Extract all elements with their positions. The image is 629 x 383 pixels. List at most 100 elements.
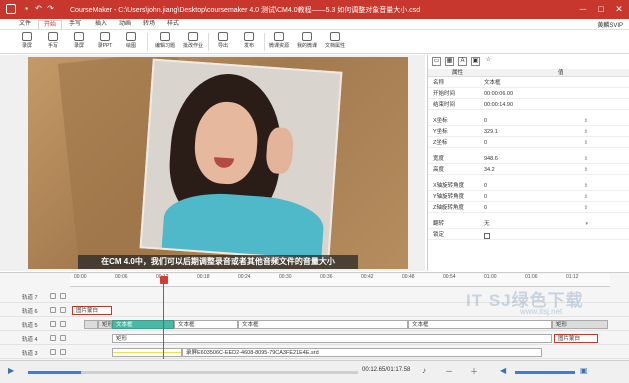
eye-icon[interactable] xyxy=(50,349,56,355)
menu-handwrite[interactable]: 手写 xyxy=(64,20,86,29)
grade-homework-button[interactable]: 批改作业 xyxy=(180,31,206,53)
volume-icon[interactable]: ◀ xyxy=(500,366,506,375)
property-row-y[interactable]: Y坐标 329.1 ⇕ xyxy=(428,128,629,137)
maximize-button[interactable]: □ xyxy=(594,2,608,16)
record-ppt-button[interactable]: 录PPT xyxy=(92,31,118,53)
micro-course-resources-button[interactable]: 微课资源 xyxy=(266,31,292,53)
playhead-handle[interactable] xyxy=(160,276,168,284)
playback-progress-bar[interactable] xyxy=(28,371,358,374)
spinner-icon[interactable]: ⇕ xyxy=(584,166,588,175)
menu-home[interactable]: 开始 xyxy=(38,20,63,29)
lock-checkbox[interactable] xyxy=(484,233,490,239)
lock-icon[interactable] xyxy=(60,349,66,355)
property-row-lock[interactable]: 锁定 xyxy=(428,231,629,240)
menu-animation[interactable]: 动画 xyxy=(114,20,136,29)
tick-label: 00:48 xyxy=(402,274,415,280)
handwrite-button[interactable]: 手写 xyxy=(40,31,66,53)
property-row-x-rotation[interactable]: X轴旋转角度 0 ⇕ xyxy=(428,182,629,191)
redo-icon[interactable]: ↷ xyxy=(46,4,55,14)
layout-tab-icon[interactable]: ▦ xyxy=(445,57,454,66)
draw-button[interactable]: 绘图 xyxy=(118,31,144,53)
document-properties-button[interactable]: 文档属性 xyxy=(322,31,348,53)
edit-quiz-button[interactable]: 编辑习题 xyxy=(152,31,178,53)
property-row-width[interactable]: 宽度 948.6 ⇕ xyxy=(428,155,629,164)
tick-label: 00:06 xyxy=(115,274,128,280)
star-tab-icon[interactable]: ☆ xyxy=(484,57,493,66)
eye-icon[interactable] xyxy=(50,321,56,327)
track-3[interactable]: 轨道 3 录屏E603506C-EED2-4608-8095-79CA3FE21… xyxy=(0,346,629,359)
property-row-z-rotation[interactable]: Z轴旋转角度 0 ⇕ xyxy=(428,204,629,213)
chevron-down-icon[interactable]: ▾ xyxy=(585,220,588,229)
zoom-out-icon[interactable]: － xyxy=(445,366,453,377)
menu-insert[interactable]: 插入 xyxy=(90,20,112,29)
track-5[interactable]: 轨道 5 矩形 文本框 文本框 文本框 文本框 矩形 xyxy=(0,318,629,331)
eye-icon[interactable] xyxy=(50,293,56,299)
text-tab-icon[interactable]: A xyxy=(458,57,467,66)
tick-label: 01:12 xyxy=(566,274,579,280)
properties-tab-icon[interactable]: ▭ xyxy=(432,57,441,66)
spinner-icon[interactable]: ⇕ xyxy=(584,193,588,202)
rectangle-clip[interactable]: 矩形 xyxy=(552,320,608,329)
audio-clip[interactable]: 录屏E603506C-EED2-4608-8095-79CA3FE21E4E.s… xyxy=(182,348,542,357)
textbox-clip[interactable]: 文本框 xyxy=(174,320,238,329)
textbox-clip[interactable]: 文本框 xyxy=(238,320,408,329)
rectangle-clip[interactable]: 矩形 xyxy=(112,334,552,343)
image-tab-icon[interactable]: ▣ xyxy=(471,57,480,66)
spinner-icon[interactable]: ⇕ xyxy=(584,155,588,164)
spinner-icon[interactable]: ⇕ xyxy=(584,204,588,213)
property-row-start-time[interactable]: 开始时间 00:00:06.00 xyxy=(428,90,629,99)
folder-icon xyxy=(302,32,312,41)
property-row-y-rotation[interactable]: Y轴旋转角度 0 ⇕ xyxy=(428,193,629,202)
menu-file[interactable]: 文件 xyxy=(14,20,36,29)
spinner-icon[interactable]: ⇕ xyxy=(584,117,588,126)
property-row-z[interactable]: Z坐标 0 ⇕ xyxy=(428,139,629,148)
zoom-in-icon[interactable]: ＋ xyxy=(470,366,478,377)
publish-button[interactable]: 发布 xyxy=(236,31,262,53)
close-button[interactable]: ✕ xyxy=(612,2,626,16)
microphone-icon[interactable]: ♪ xyxy=(422,366,426,375)
undo-icon[interactable]: ↶ xyxy=(34,4,43,14)
track-4[interactable]: 轨道 4 矩形 图片蒙白 xyxy=(0,332,629,345)
property-row-name[interactable]: 名称 文本框 xyxy=(428,79,629,88)
menu-style[interactable]: 样式 xyxy=(162,20,184,29)
subtitle-textbox[interactable]: 在CM 4.0中，我们可以后期调整录音或者其他音频文件的音量大小 xyxy=(78,255,358,269)
export-button[interactable]: 导出 xyxy=(210,31,236,53)
record-button[interactable]: 录屏 xyxy=(66,31,92,53)
playhead[interactable] xyxy=(160,273,168,359)
tick-label: 01:00 xyxy=(484,274,497,280)
property-row-end-time[interactable]: 结束时间 00:00:14.90 xyxy=(428,101,629,110)
volume-slider[interactable] xyxy=(515,371,575,374)
ribbon-separator xyxy=(208,33,209,51)
rectangle-clip[interactable]: 矩形 xyxy=(98,320,112,329)
photo-woman-listening[interactable] xyxy=(139,58,343,262)
property-row-height[interactable]: 高度 34.2 ⇕ xyxy=(428,166,629,175)
rectangle-clip-stub[interactable] xyxy=(84,320,98,329)
save-icon[interactable]: ▪ xyxy=(22,4,31,14)
menu-transition[interactable]: 转场 xyxy=(138,20,160,29)
user-account[interactable]: 黄麟SVIP xyxy=(597,20,623,29)
spinner-icon[interactable]: ⇕ xyxy=(584,128,588,137)
property-row-x[interactable]: X坐标 0 ⇕ xyxy=(428,117,629,126)
lock-icon[interactable] xyxy=(60,307,66,313)
minimize-button[interactable]: ─ xyxy=(576,2,590,16)
spinner-icon[interactable]: ⇕ xyxy=(584,139,588,148)
play-icon[interactable]: ▶ xyxy=(8,366,14,375)
lock-icon[interactable] xyxy=(60,293,66,299)
preview-stage[interactable]: 在CM 4.0中，我们可以后期调整录音或者其他音频文件的音量大小 xyxy=(28,57,408,269)
property-row-flip[interactable]: 翻转无 ▾ xyxy=(428,220,629,229)
eye-icon[interactable] xyxy=(50,335,56,341)
image-clip[interactable]: 图片蒙白 xyxy=(72,306,112,315)
lock-icon[interactable] xyxy=(60,335,66,341)
tick-label: 01:06 xyxy=(525,274,538,280)
audio-clip-waveform[interactable] xyxy=(112,348,182,357)
watermark-url: www.itsj.net xyxy=(520,307,563,316)
textbox-clip[interactable]: 文本框 xyxy=(408,320,552,329)
brush-icon xyxy=(126,32,136,41)
image-clip[interactable]: 图片蒙白 xyxy=(554,334,598,343)
lock-icon[interactable] xyxy=(60,321,66,327)
my-micro-courses-button[interactable]: 我的微课 xyxy=(294,31,320,53)
fullscreen-icon[interactable]: ▣ xyxy=(580,366,588,375)
spinner-icon[interactable]: ⇕ xyxy=(584,182,588,191)
record-screen-button[interactable]: 录屏 xyxy=(14,31,40,53)
eye-icon[interactable] xyxy=(50,307,56,313)
